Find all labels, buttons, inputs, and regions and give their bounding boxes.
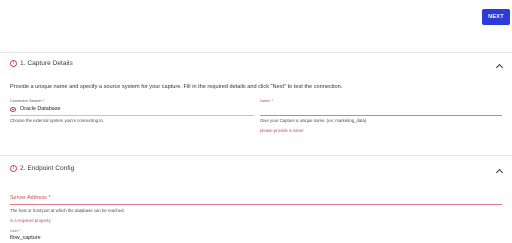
server-address-input[interactable] bbox=[10, 196, 502, 204]
connector-search-underline bbox=[10, 115, 254, 116]
section-divider bbox=[0, 155, 512, 156]
capture-description: Provide a unique name and specify a sour… bbox=[10, 84, 343, 90]
name-label: Name * bbox=[260, 98, 273, 103]
name-helper: Give your Capture a unique name. (ex: ma… bbox=[260, 118, 367, 123]
connector-search-helper: Choose the external system you're connec… bbox=[10, 118, 104, 123]
chevron-up-icon[interactable] bbox=[495, 63, 504, 72]
server-address-helper: The host or host:port at which the datab… bbox=[10, 208, 125, 213]
connector-search-label: Connector Search * bbox=[10, 98, 44, 103]
server-address-error: is a required property bbox=[10, 218, 51, 223]
section-title: 2. Endpoint Config bbox=[20, 165, 75, 172]
next-button[interactable]: NEXT bbox=[482, 9, 510, 25]
chevron-up-icon[interactable] bbox=[495, 168, 504, 177]
endpoint-config-header[interactable]: ! 2. Endpoint Config bbox=[10, 165, 74, 172]
connector-search-input[interactable]: Oracle Database bbox=[10, 106, 60, 112]
error-circle-icon: ! bbox=[10, 60, 17, 67]
server-address-underline bbox=[10, 204, 502, 205]
user-input[interactable]: flow_capture bbox=[10, 235, 41, 241]
name-error: please provide a name bbox=[260, 128, 304, 133]
connector-search-value: Oracle Database bbox=[20, 106, 61, 112]
oracle-database-icon bbox=[10, 106, 16, 112]
section-title: 1. Capture Details bbox=[20, 60, 73, 67]
user-label: User * bbox=[10, 228, 21, 233]
error-circle-icon: ! bbox=[10, 165, 17, 172]
top-divider bbox=[0, 52, 512, 53]
name-input[interactable] bbox=[260, 104, 502, 114]
capture-details-header[interactable]: ! 1. Capture Details bbox=[10, 60, 73, 67]
name-underline bbox=[260, 115, 502, 116]
